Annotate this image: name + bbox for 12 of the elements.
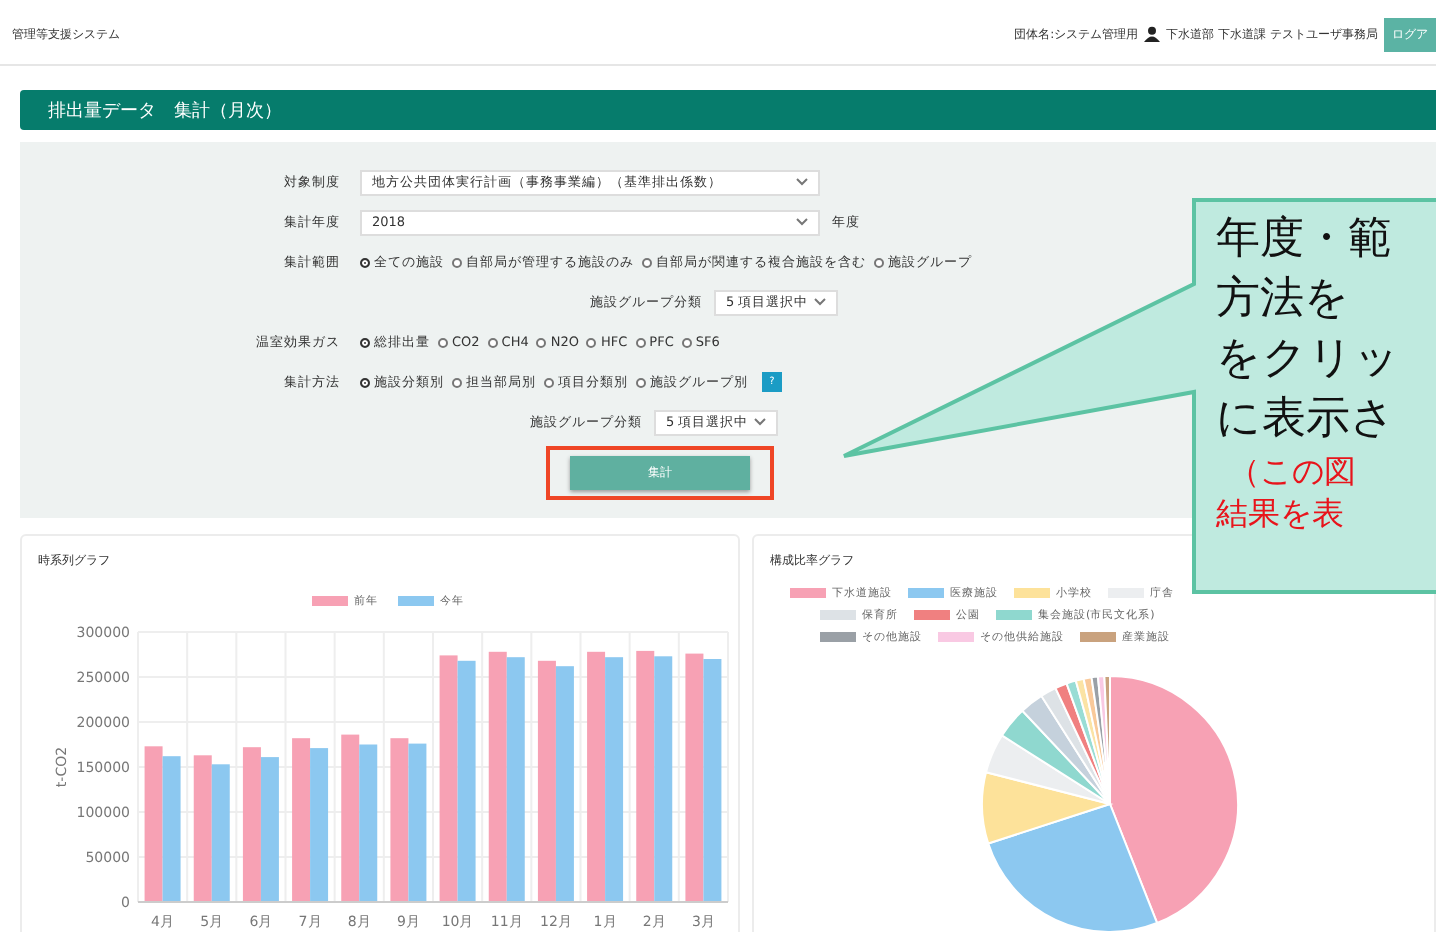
chevron-down-icon — [796, 178, 808, 186]
chevron-down-icon — [754, 418, 766, 426]
page-title: 排出量データ 集計（月次） — [48, 99, 282, 123]
callout-note: 結果を表 — [1216, 492, 1346, 534]
user-icon — [1144, 26, 1161, 42]
callout-text: 方法を — [1216, 272, 1352, 328]
callout-text: に表示さ — [1216, 392, 1398, 448]
callout-note: （この図 — [1228, 450, 1358, 492]
chevron-down-icon — [814, 298, 826, 306]
callout-text: をクリッ — [1216, 332, 1400, 388]
callout-text: 年度・範 — [1216, 212, 1394, 268]
chevron-down-icon — [796, 218, 808, 226]
